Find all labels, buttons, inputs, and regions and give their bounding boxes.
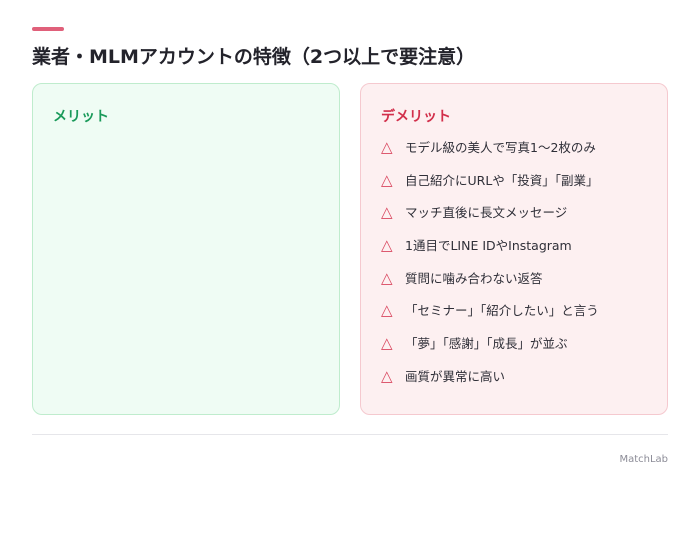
warning-triangle-icon: △: [381, 268, 393, 287]
demerit-item-text: 質問に噛み合わない返答: [405, 270, 543, 286]
demerit-item-text: 「セミナー」「紹介したい」と言う: [405, 303, 599, 319]
warning-triangle-icon: △: [381, 138, 393, 156]
demerit-heading: デメリット: [381, 109, 451, 125]
footer-brand: MatchLab: [619, 454, 668, 465]
warning-triangle-icon: △: [381, 170, 393, 189]
list-item: △ モデル級の美人で写真1〜2枚のみ: [381, 139, 599, 172]
demerit-card: デメリット △ モデル級の美人で写真1〜2枚のみ △ 自己紹介にURLや「投資」…: [360, 83, 668, 415]
merit-card: メリット: [32, 83, 340, 415]
demerit-item-text: 1通目でLINE IDやInstagram: [405, 238, 572, 254]
footer-divider: [32, 434, 668, 435]
list-item: △ 質問に噛み合わない返答: [381, 268, 599, 303]
merit-heading: メリット: [53, 109, 109, 125]
warning-triangle-icon: △: [381, 203, 393, 222]
demerit-item-text: モデル級の美人で写真1〜2枚のみ: [405, 140, 596, 155]
list-item: △ 「セミナー」「紹介したい」と言う: [381, 302, 599, 335]
title-accent-bar: [32, 27, 64, 31]
list-item: △ 1通目でLINE IDやInstagram: [381, 237, 599, 270]
warning-triangle-icon: △: [381, 301, 393, 320]
warning-triangle-icon: △: [381, 236, 393, 255]
list-item: △ 「夢」「感謝」「成長」が並ぶ: [381, 335, 599, 368]
list-item: △ 画質が異常に高い: [381, 366, 599, 401]
page-title: 業者・MLMアカウントの特徴（2つ以上で要注意）: [32, 46, 476, 68]
list-item: △ マッチ直後に長文メッセージ: [381, 204, 599, 237]
warning-triangle-icon: △: [381, 366, 393, 385]
demerit-list: △ モデル級の美人で写真1〜2枚のみ △ 自己紹介にURLや「投資」「副業」 △…: [381, 139, 599, 401]
demerit-item-text: 自己紹介にURLや「投資」「副業」: [405, 172, 599, 188]
demerit-item-text: マッチ直後に長文メッセージ: [405, 205, 568, 221]
warning-triangle-icon: △: [381, 334, 393, 353]
demerit-item-text: 「夢」「感謝」「成長」が並ぶ: [405, 336, 568, 352]
demerit-item-text: 画質が異常に高い: [405, 368, 506, 384]
list-item: △ 自己紹介にURLや「投資」「副業」: [381, 170, 599, 205]
